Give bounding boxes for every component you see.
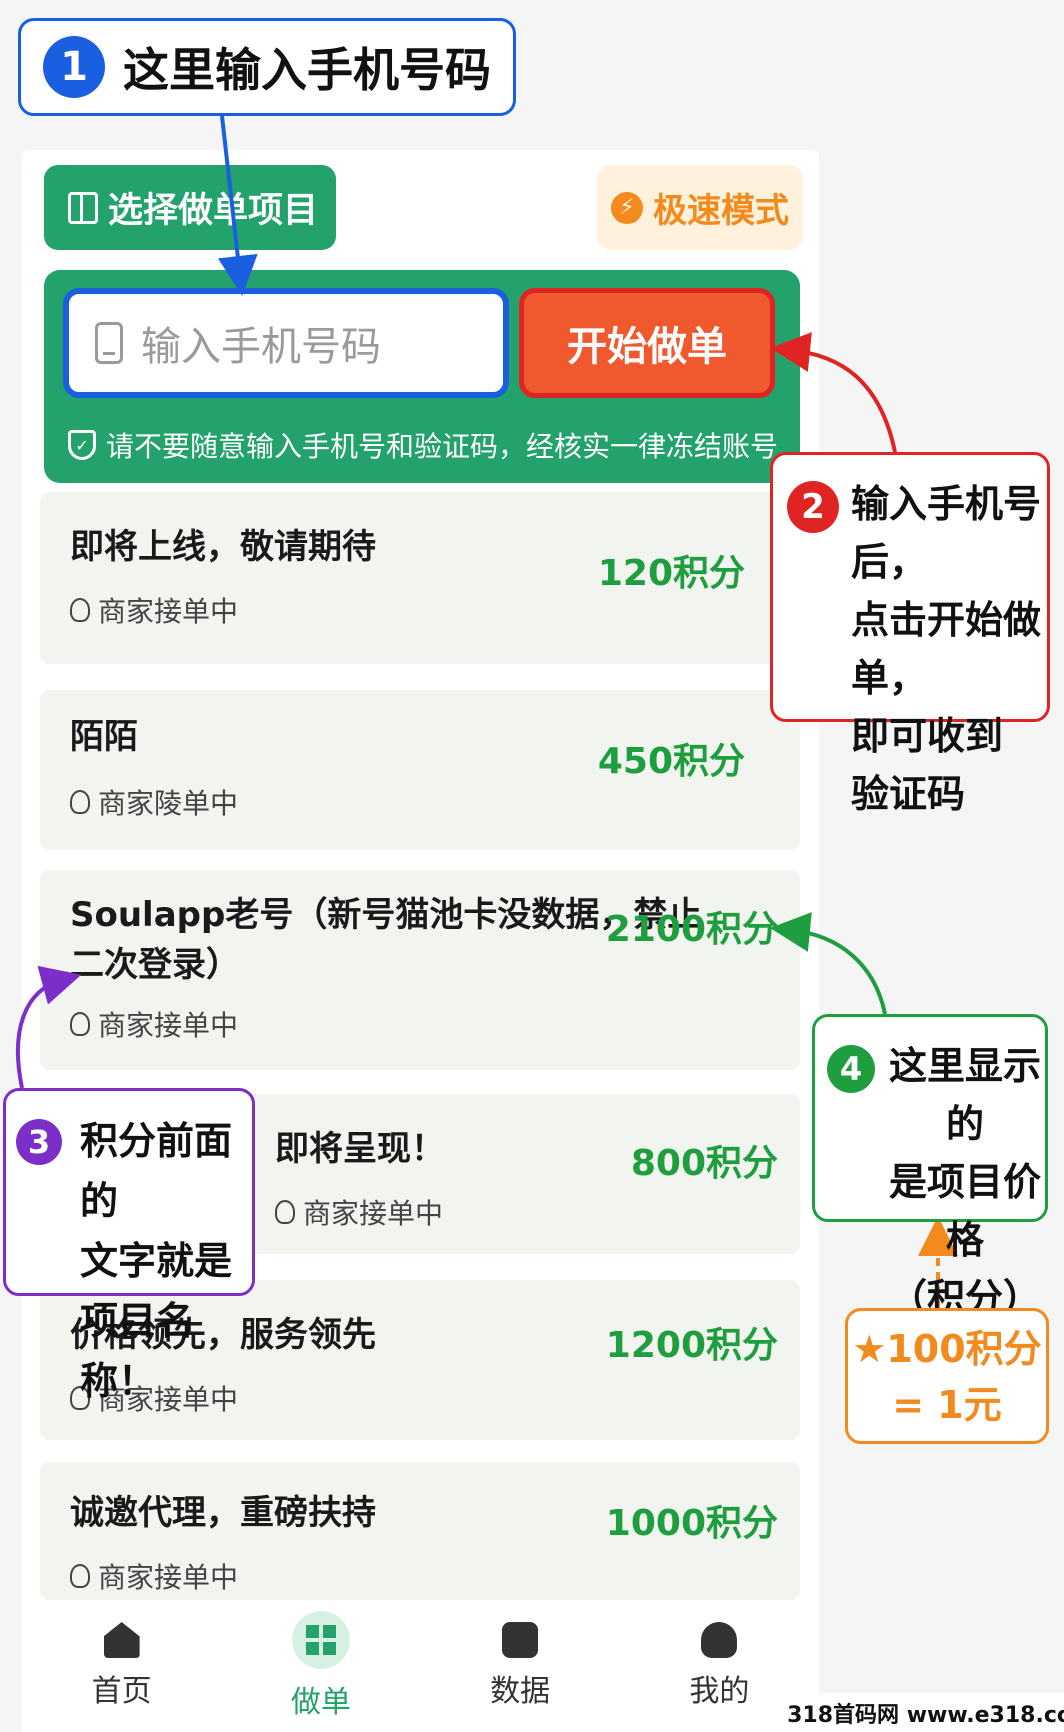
- annotation-rate: ★100积分 = 1元: [845, 1308, 1049, 1444]
- watermark: 318首码网 www.e318.com: [787, 1693, 1064, 1732]
- arrow-step1: [217, 115, 258, 296]
- annotation-text: 这里输入手机号码: [123, 43, 491, 97]
- annotation-line: 输入手机号后，: [851, 482, 1042, 584]
- annotation-step2: 2 输入手机号后， 点击开始做单， 即可收到 验证码: [770, 452, 1050, 816]
- annotation-arrows: [15, 115, 958, 1308]
- annotation-step3: 3 积分前面的 文字就是 项目名称！: [3, 1088, 255, 1403]
- annotation-line: 验证码: [851, 772, 966, 816]
- step-number-3: 3: [16, 1119, 62, 1165]
- annotation-line: 积分前面的: [80, 1119, 233, 1223]
- rate-line-1: ★100积分: [852, 1327, 1042, 1371]
- step-number-2: 2: [787, 481, 839, 533]
- annotation-line: 是项目价格: [888, 1160, 1041, 1262]
- rate-line-2: = 1元: [892, 1383, 1002, 1427]
- annotation-step1: 1 这里输入手机号码: [18, 18, 516, 116]
- arrow-step2: [770, 332, 897, 453]
- annotation-line: 点击开始做单，: [851, 598, 1042, 700]
- annotation-line: 这里显示的: [888, 1044, 1041, 1146]
- annotation-line: 即可收到: [851, 714, 1004, 758]
- arrow-step3: [15, 965, 82, 1089]
- annotation-line: 项目名称！: [80, 1299, 195, 1403]
- annotation-step4: 4 这里显示的 是项目价格 （积分）: [812, 1014, 1048, 1320]
- arrow-step4: [770, 912, 887, 1015]
- step-number-1: 1: [43, 36, 105, 98]
- step-number-4: 4: [827, 1045, 875, 1093]
- annotation-line: 文字就是: [80, 1239, 233, 1283]
